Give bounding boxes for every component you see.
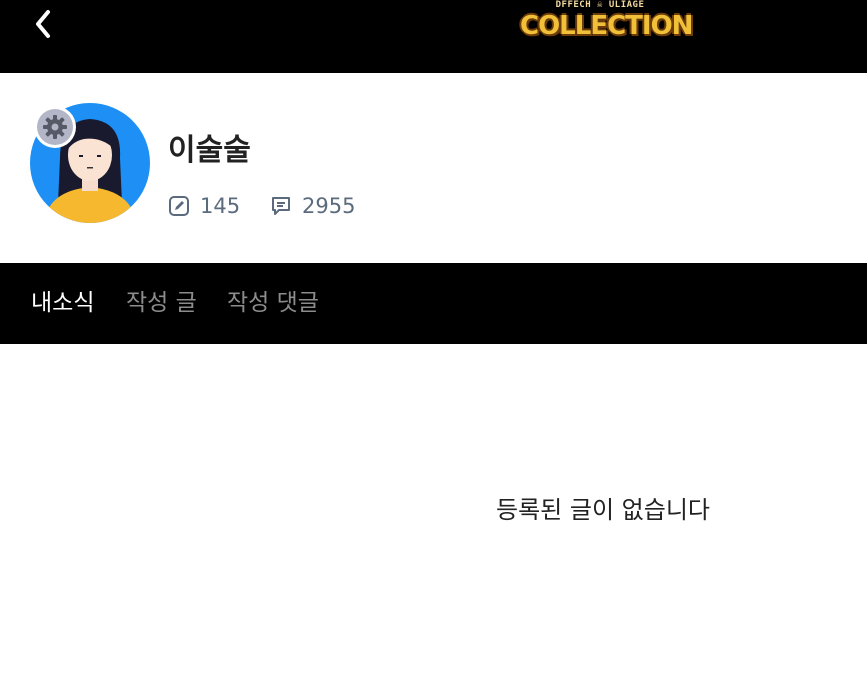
chevron-left-icon: [36, 10, 50, 38]
posts-count-stat[interactable]: 145: [168, 191, 240, 221]
comment-icon: [272, 197, 290, 215]
empty-state-message: 등록된 글이 없습니다: [496, 496, 710, 524]
tab-bar: 내소식 작성 글 작성 댓글: [0, 263, 867, 344]
top-bar: DFFECH ☠ ULIAGE COLLECTION: [0, 0, 867, 73]
posts-count: 145: [200, 194, 241, 218]
logo-top-text: DFFECH ☠ ULIAGE: [555, 0, 645, 10]
comments-count: 2955: [302, 194, 356, 218]
profile-section: 이술술 145 2955: [0, 73, 867, 263]
edit-icon: [169, 196, 189, 216]
site-logo[interactable]: DFFECH ☠ ULIAGE COLLECTION: [520, 0, 693, 52]
username: 이술술: [168, 133, 251, 168]
comments-count-stat[interactable]: 2955: [270, 191, 355, 221]
logo-main-text: COLLECTION: [520, 11, 693, 41]
tab-my-news[interactable]: 내소식: [31, 263, 94, 344]
back-button[interactable]: [28, 6, 60, 42]
tab-written-comments[interactable]: 작성 댓글: [227, 263, 319, 344]
tab-written-posts[interactable]: 작성 글: [126, 263, 197, 344]
settings-button[interactable]: [33, 105, 77, 149]
